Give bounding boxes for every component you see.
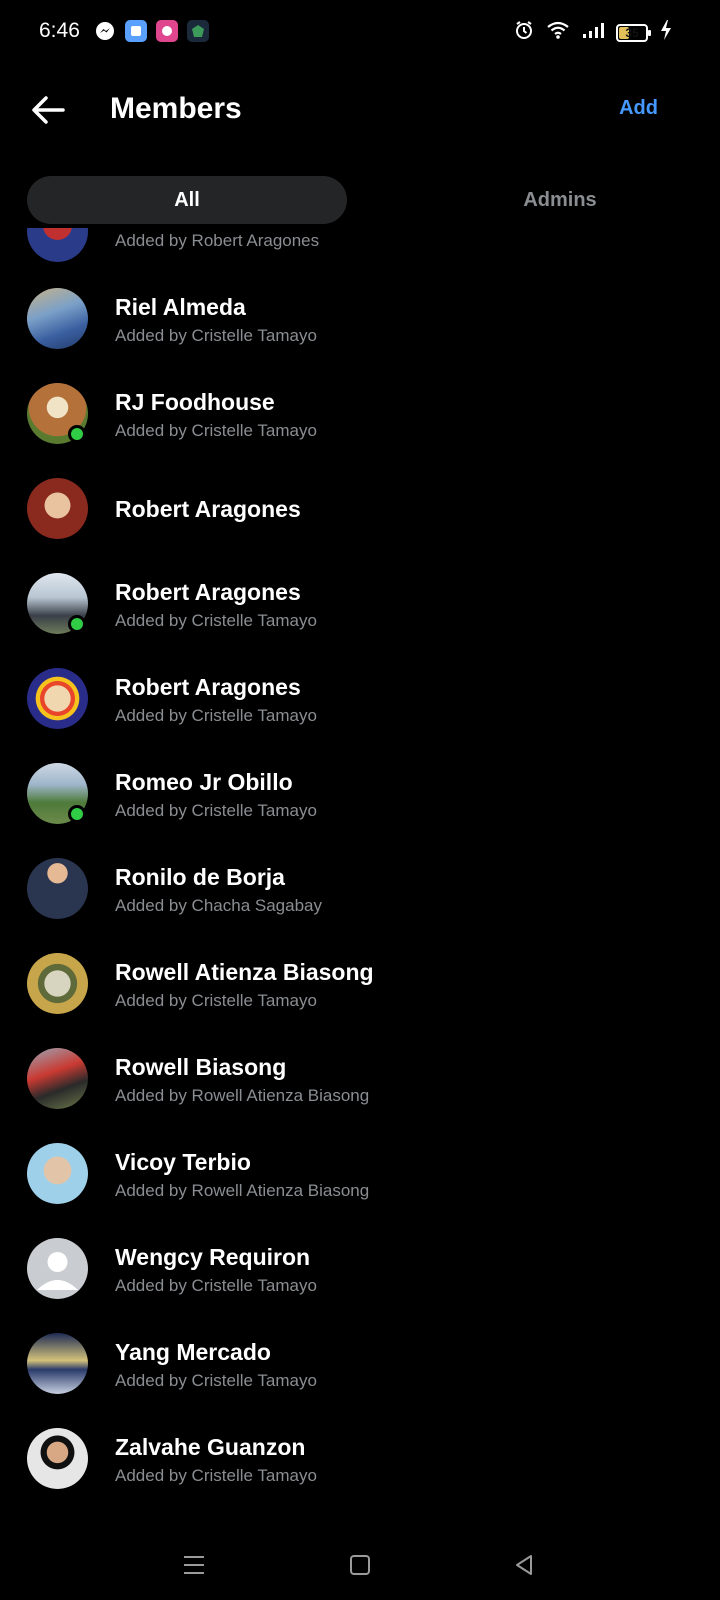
messenger-icon [94,20,116,42]
list-item[interactable]: Romeo Jr Obillo Added by Cristelle Tamay… [0,753,720,848]
avatar [27,668,88,729]
member-name: Robert Aragones [115,674,301,700]
alarm-icon [514,20,534,45]
battery-icon: 35 [616,23,651,42]
member-subtitle: Added by Cristelle Tamayo [115,326,317,345]
tab-all[interactable]: All [27,176,347,224]
home-button[interactable] [340,1545,380,1585]
online-indicator [68,805,86,823]
list-item[interactable]: Riel Almeda Added by Cristelle Tamayo [0,278,720,373]
member-subtitle: Added by Cristelle Tamayo [115,706,317,725]
avatar [27,1238,88,1299]
online-indicator [68,615,86,633]
member-subtitle: Added by Cristelle Tamayo [115,1371,317,1390]
member-name: Yang Mercado [115,1339,271,1365]
back-triangle-icon [516,1555,532,1575]
default-avatar-icon [37,1252,78,1290]
notification-icons [94,20,209,42]
status-time: 6:46 [39,19,80,42]
list-item[interactable]: Rowell Atienza Biasong Added by Cristell… [0,943,720,1038]
wifi-icon [546,20,570,45]
add-button[interactable]: Add [619,97,658,120]
member-name: Romeo Jr Obillo [115,769,293,795]
list-item[interactable]: Vicoy Terbio Added by Rowell Atienza Bia… [0,1133,720,1228]
list-item[interactable]: Added by Robert Aragones [0,228,720,262]
list-item[interactable]: RJ Foodhouse Added by Cristelle Tamayo [0,373,720,468]
charging-icon [660,20,672,45]
list-item[interactable]: Ronilo de Borja Added by Chacha Sagabay [0,848,720,943]
app-icon [187,20,209,42]
list-item[interactable]: Wengcy Requiron Added by Cristelle Tamay… [0,1228,720,1323]
app-icon [125,20,147,42]
battery-level: 35 [625,25,639,40]
member-name: Riel Almeda [115,294,246,320]
avatar [27,1333,88,1394]
back-button[interactable] [28,90,68,130]
home-icon [350,1555,370,1575]
list-item[interactable]: Robert Aragones [0,468,720,563]
avatar [27,953,88,1014]
member-name: Robert Aragones [115,579,301,605]
online-indicator [68,425,86,443]
avatar [27,478,88,539]
avatar [27,1048,88,1109]
member-name: Robert Aragones [115,496,301,522]
member-name: Ronilo de Borja [115,864,285,890]
back-nav-button[interactable] [504,1545,544,1585]
page-title: Members [110,92,242,125]
tab-admins[interactable]: Admins [400,176,720,224]
member-subtitle: Added by Cristelle Tamayo [115,421,317,440]
avatar [27,288,88,349]
avatar [27,228,88,262]
list-item[interactable]: Robert Aragones Added by Cristelle Tamay… [0,658,720,753]
back-arrow-icon [32,96,65,124]
member-subtitle: Added by Cristelle Tamayo [115,611,317,630]
avatar [27,858,88,919]
member-subtitle: Added by Rowell Atienza Biasong [115,1181,370,1200]
app-icon [156,20,178,42]
member-subtitle: Added by Cristelle Tamayo [115,1276,317,1295]
tab-bar: All Admins [27,176,694,224]
member-name: Rowell Atienza Biasong [115,959,374,985]
system-navigation-bar [0,1535,720,1595]
list-item[interactable]: Robert Aragones Added by Cristelle Tamay… [0,563,720,658]
member-subtitle: Added by Cristelle Tamayo [115,801,317,820]
status-bar: 6:46 35 [0,0,720,64]
menu-icon [184,1556,204,1574]
member-name: Zalvahe Guanzon [115,1434,306,1460]
member-subtitle: Added by Robert Aragones [115,231,320,250]
member-subtitle: Added by Cristelle Tamayo [115,1466,317,1485]
member-subtitle: Added by Rowell Atienza Biasong [115,1086,370,1105]
menu-button[interactable] [174,1545,214,1585]
list-item[interactable]: Zalvahe Guanzon Added by Cristelle Tamay… [0,1418,720,1513]
member-subtitle: Added by Chacha Sagabay [115,896,322,915]
avatar [27,1143,88,1204]
member-name: Vicoy Terbio [115,1149,251,1175]
list-item[interactable]: Rowell Biasong Added by Rowell Atienza B… [0,1038,720,1133]
avatar [27,1428,88,1489]
member-name: Rowell Biasong [115,1054,287,1080]
header: Members Add [0,70,720,154]
member-name: Wengcy Requiron [115,1244,311,1270]
list-item[interactable]: Yang Mercado Added by Cristelle Tamayo [0,1323,720,1418]
signal-icon [582,21,604,44]
member-subtitle: Added by Cristelle Tamayo [115,991,317,1010]
member-name: RJ Foodhouse [115,389,275,415]
member-list[interactable]: Added by Robert Aragones Riel Almeda Add… [0,228,720,1518]
system-icons: 35 [514,20,672,45]
